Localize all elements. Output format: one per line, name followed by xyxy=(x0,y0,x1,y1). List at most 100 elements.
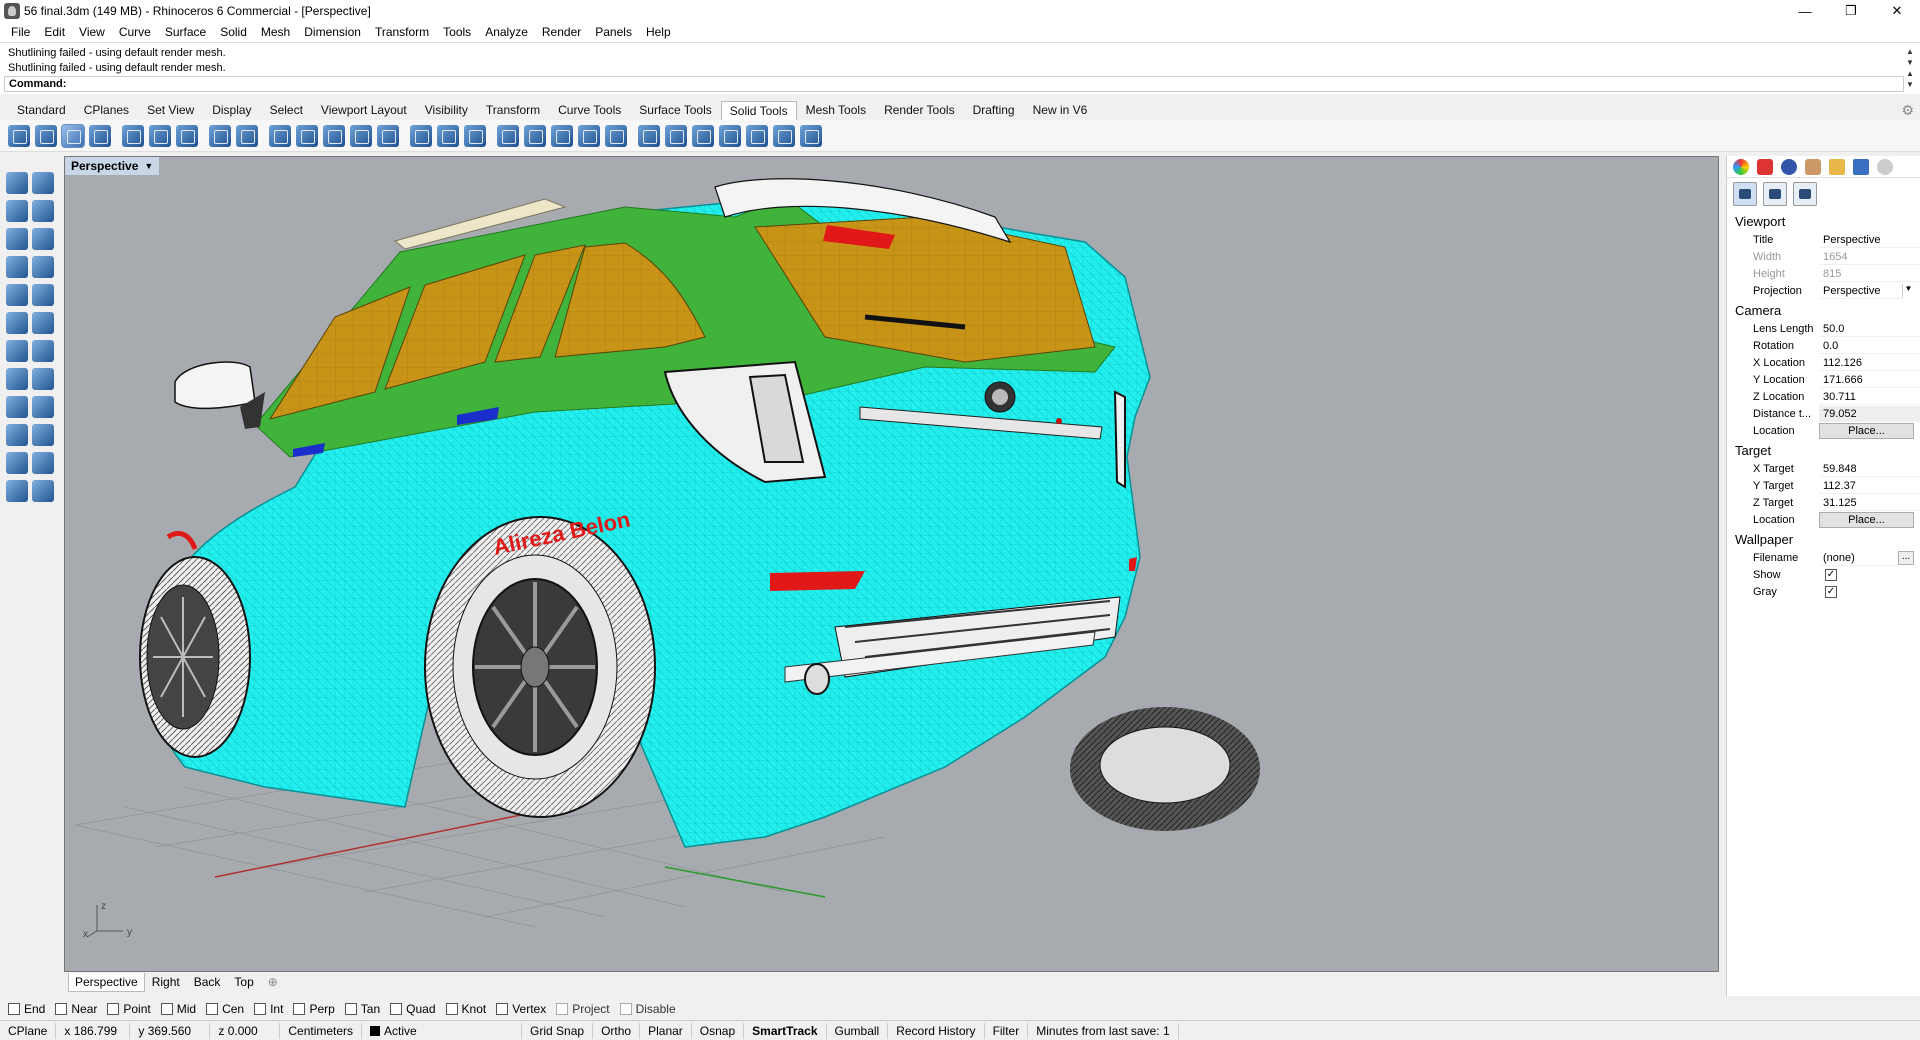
status-layer[interactable]: Active xyxy=(362,1022,523,1039)
osnap-cen[interactable]: Cen xyxy=(206,1002,244,1016)
named-views-icon[interactable] xyxy=(1793,182,1817,206)
tab-solid-tools[interactable]: Solid Tools xyxy=(720,101,797,120)
viewport-menu-arrow-icon[interactable]: ▼ xyxy=(144,161,153,171)
z-location-field[interactable]: 30.711 xyxy=(1819,389,1920,405)
extrude-face-icon[interactable] xyxy=(323,124,345,147)
osnap-disable[interactable]: Disable xyxy=(619,1002,676,1016)
extrude-solid-icon[interactable] xyxy=(32,480,54,502)
tube-icon[interactable] xyxy=(32,396,54,418)
tab-standard[interactable]: Standard xyxy=(8,100,75,120)
toggle-grid-snap[interactable]: Grid Snap xyxy=(522,1022,594,1039)
make-hole-icon[interactable] xyxy=(497,124,519,147)
menu-dimension[interactable]: Dimension xyxy=(297,25,368,39)
osnap-near[interactable]: Near xyxy=(55,1002,97,1016)
truncated-cone-icon[interactable] xyxy=(32,340,54,362)
text-object-icon[interactable] xyxy=(6,480,28,502)
menu-solid[interactable]: Solid xyxy=(213,25,254,39)
round-hole-icon[interactable] xyxy=(524,124,546,147)
move-hole-icon[interactable] xyxy=(638,124,660,147)
osnap-mid[interactable]: Mid xyxy=(160,1002,196,1016)
osnap-perp[interactable]: Perp xyxy=(293,1002,335,1016)
filename-field[interactable]: (none) xyxy=(1819,550,1898,566)
view-tab-perspective[interactable]: Perspective xyxy=(68,972,145,992)
minimize-button[interactable]: — xyxy=(1782,0,1828,22)
cone-icon[interactable] xyxy=(6,340,28,362)
x-target-field[interactable]: 59.848 xyxy=(1819,461,1920,477)
fillet-edge-icon[interactable] xyxy=(209,124,231,147)
menu-tools[interactable]: Tools xyxy=(436,25,478,39)
split-face-icon[interactable] xyxy=(410,124,432,147)
select-arrow-icon[interactable] xyxy=(6,172,28,194)
place-hole-icon[interactable] xyxy=(551,124,573,147)
title-field[interactable]: Perspective xyxy=(1819,232,1920,248)
osnap-checkbox[interactable] xyxy=(160,1003,173,1015)
select-solids-icon[interactable] xyxy=(719,124,741,147)
osnap-point[interactable]: Point xyxy=(107,1002,151,1016)
viewport-title-menu[interactable]: Perspective ▼ xyxy=(65,157,160,175)
paraboloid-icon[interactable] xyxy=(32,312,54,334)
osnap-checkbox[interactable] xyxy=(55,1003,68,1015)
menu-mesh[interactable]: Mesh xyxy=(254,25,297,39)
browse-button[interactable]: ... xyxy=(1898,550,1914,565)
osnap-checkbox[interactable] xyxy=(254,1003,267,1015)
tab-curve-tools[interactable]: Curve Tools xyxy=(549,100,630,120)
osnap-vertex[interactable]: Vertex xyxy=(496,1002,546,1016)
point-icon[interactable] xyxy=(6,200,28,222)
menu-file[interactable]: File xyxy=(4,25,37,39)
tab-viewport-layout[interactable]: Viewport Layout xyxy=(312,100,416,120)
menu-edit[interactable]: Edit xyxy=(37,25,72,39)
menu-analyze[interactable]: Analyze xyxy=(478,25,535,39)
torus-icon[interactable] xyxy=(6,424,28,446)
command-history-scrollbar[interactable]: ▲ ▼ ▲ ▼ xyxy=(1904,46,1916,94)
tab-set-view[interactable]: Set View xyxy=(138,100,203,120)
menu-help[interactable]: Help xyxy=(639,25,678,39)
merge-faces-icon[interactable] xyxy=(692,124,714,147)
tab-select[interactable]: Select xyxy=(261,100,312,120)
osnap-tan[interactable]: Tan xyxy=(344,1002,380,1016)
camera-place-button[interactable]: Place... xyxy=(1819,422,1914,439)
layers-tab-icon[interactable] xyxy=(1757,158,1773,175)
help-tab-icon[interactable] xyxy=(1853,158,1869,175)
tab-new-in-v6[interactable]: New in V6 xyxy=(1024,100,1097,120)
osnap-checkbox[interactable] xyxy=(390,1003,403,1015)
toggle-gumball[interactable]: Gumball xyxy=(827,1022,889,1039)
pyramid-edit-icon[interactable] xyxy=(32,368,54,390)
create-solid-icon[interactable] xyxy=(746,124,768,147)
osnap-int[interactable]: Int xyxy=(254,1002,283,1016)
box-icon[interactable] xyxy=(6,256,28,278)
y-location-field[interactable]: 171.666 xyxy=(1819,372,1920,388)
toggle-smarttrack[interactable]: SmartTrack xyxy=(744,1022,827,1039)
close-button[interactable]: ✕ xyxy=(1874,0,1920,22)
osnap-project[interactable]: Project xyxy=(556,1002,610,1016)
gray-checkbox[interactable]: ✓ xyxy=(1825,585,1837,598)
show-checkbox[interactable]: ✓ xyxy=(1825,568,1837,581)
move-face-icon[interactable] xyxy=(350,124,372,147)
osnap-checkbox[interactable] xyxy=(293,1003,306,1015)
box-edit-icon[interactable] xyxy=(32,256,54,278)
fold-face-icon[interactable] xyxy=(437,124,459,147)
offset-surface-icon[interactable] xyxy=(296,124,318,147)
cap-icon[interactable] xyxy=(122,124,144,147)
rotate-hole-icon[interactable] xyxy=(605,124,627,147)
boolean-union-icon[interactable] xyxy=(8,124,30,147)
view-tab-top[interactable]: Top xyxy=(227,972,260,992)
render-tab-icon[interactable] xyxy=(1781,158,1797,175)
shell-icon[interactable] xyxy=(176,124,198,147)
toggle-osnap[interactable]: Osnap xyxy=(692,1022,745,1039)
projection-select[interactable]: Perspective xyxy=(1819,283,1902,299)
tab-visibility[interactable]: Visibility xyxy=(416,100,477,120)
libraries-tab-icon[interactable] xyxy=(1829,158,1845,175)
menu-curve[interactable]: Curve xyxy=(112,25,158,39)
sphere-edit-icon[interactable] xyxy=(32,284,54,306)
viewport-camera-icon[interactable] xyxy=(1733,182,1757,206)
materials-tab-icon[interactable] xyxy=(1805,158,1821,175)
menu-transform[interactable]: Transform xyxy=(368,25,436,39)
tab-drafting[interactable]: Drafting xyxy=(964,100,1024,120)
wire-cut-icon[interactable] xyxy=(464,124,486,147)
revolve-solid-icon[interactable] xyxy=(6,452,28,474)
tab-mesh-tools[interactable]: Mesh Tools xyxy=(797,100,875,120)
move-edge-icon[interactable] xyxy=(377,124,399,147)
cylinder-icon[interactable] xyxy=(6,396,28,418)
solid-properties-icon[interactable] xyxy=(773,124,795,147)
menu-view[interactable]: View xyxy=(72,25,112,39)
